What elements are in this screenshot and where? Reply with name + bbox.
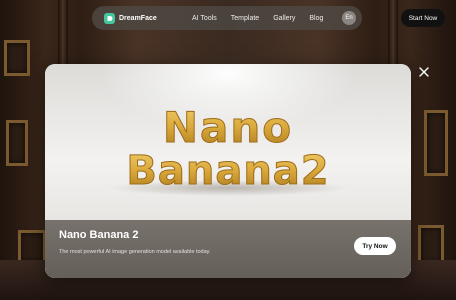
hero-line-1: Nano	[163, 103, 293, 152]
try-now-button[interactable]: Try Now	[354, 237, 396, 255]
hero-line-2: Banana2	[126, 148, 329, 194]
brand-logo[interactable]: DreamFace	[104, 12, 184, 24]
painting-frame	[418, 225, 444, 265]
promo-modal: Nano Banana2 Nano Banana 2 The most powe…	[45, 64, 411, 278]
painting-frame	[6, 120, 28, 166]
balloon-text-art: Nano Banana2	[108, 103, 348, 196]
modal-title: Nano Banana 2	[59, 229, 139, 241]
language-selector[interactable]: En	[342, 11, 356, 25]
top-navbar: DreamFace AI Tools Template Gallery Blog…	[92, 6, 362, 30]
painting-frame	[4, 40, 30, 76]
painting-frame	[424, 110, 448, 176]
nav-link-template[interactable]: Template	[231, 15, 259, 22]
nav-link-gallery[interactable]: Gallery	[273, 15, 295, 22]
nav-link-blog[interactable]: Blog	[309, 15, 323, 22]
painting-frame	[18, 230, 46, 264]
start-now-button[interactable]: Start Now	[401, 9, 445, 27]
close-icon[interactable]	[416, 64, 432, 80]
nav-link-ai-tools[interactable]: AI Tools	[192, 15, 217, 22]
dreamface-logo-icon	[104, 12, 115, 24]
modal-info-panel: Nano Banana 2 The most powerful AI image…	[45, 220, 411, 278]
brand-name: DreamFace	[119, 14, 157, 22]
modal-description: The most powerful AI image generation mo…	[59, 249, 211, 255]
